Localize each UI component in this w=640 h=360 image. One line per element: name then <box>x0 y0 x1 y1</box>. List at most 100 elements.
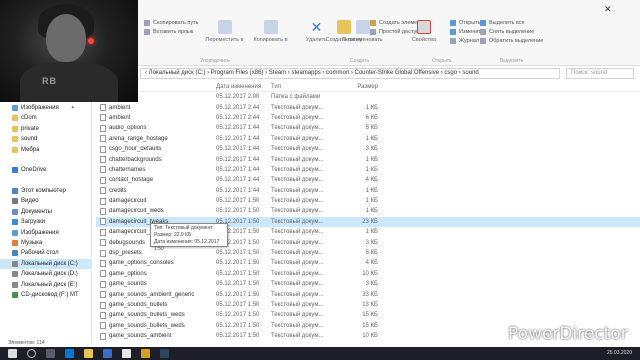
file-list: Имя Дата изменения Тип Размер 05.12.2017… <box>96 82 640 344</box>
copy-to-label: Копировать в <box>253 37 288 43</box>
nav-item-label: Документы <box>21 208 52 215</box>
start-icon[interactable] <box>8 349 17 358</box>
file-date: 05.12.2017 1:50 <box>216 322 260 329</box>
text-file-icon <box>100 187 106 195</box>
invert-selection-button[interactable]: Обратить выделение <box>480 38 543 44</box>
nav-item-label: Изображения <box>21 229 59 236</box>
nav-item[interactable]: OneDrive <box>0 165 91 175</box>
paste-shortcut-button[interactable]: Вставить ярлык <box>144 29 199 35</box>
taskbar-clock[interactable]: 25.03.2020 <box>607 350 632 356</box>
file-name-cell: game_options <box>96 270 216 278</box>
history-icon <box>450 38 456 44</box>
file-row[interactable]: damagecircuit_weds 05.12.2017 1:50 Текстов… <box>96 206 640 216</box>
file-row[interactable]: chatternames 05.12.2017 1:44 Текстовый док… <box>96 165 640 175</box>
store-icon[interactable] <box>103 349 112 358</box>
file-row[interactable]: audio_options 05.12.2017 1:44 Текстовый до… <box>96 123 640 133</box>
text-file-icon <box>100 207 106 215</box>
nav-item[interactable]: Загрузки <box>0 217 91 227</box>
nav-item[interactable]: Локальный диск (E:) <box>0 279 91 289</box>
file-row[interactable]: 05.12.2017 2:00 Папка с файлами <box>96 92 640 102</box>
nav-item-icon <box>12 104 18 111</box>
text-file-icon <box>100 311 106 319</box>
size-column-header[interactable]: Размер <box>333 84 378 90</box>
date-column-header[interactable]: Дата изменения <box>216 84 271 90</box>
nav-item[interactable]: Этот компьютер <box>0 186 91 196</box>
select-all-button[interactable]: Выделить все <box>480 20 543 26</box>
file-row[interactable]: game_options 05.12.2017 1:50 Текстовый док… <box>96 269 640 279</box>
text-file-icon <box>100 176 106 184</box>
app-icon[interactable] <box>122 349 131 358</box>
file-row[interactable]: game_sounds_bullets 05.12.2017 1:50 Тексто… <box>96 300 640 310</box>
file-row[interactable]: game_sounds_ambient_generic 05.12.2017 1:… <box>96 289 640 299</box>
file-size: 3 КБ <box>365 146 378 153</box>
copy-to-button[interactable]: Копировать в <box>251 20 291 43</box>
nav-item[interactable]: cDom <box>0 113 91 123</box>
steam-icon[interactable] <box>160 349 169 358</box>
file-type: Текстовый докум... <box>271 260 324 267</box>
nav-item[interactable]: Локальный диск (C:) <box>0 258 91 270</box>
explorer-icon[interactable] <box>84 349 93 358</box>
nav-item[interactable]: Документы <box>0 207 91 217</box>
nav-item[interactable]: Видео <box>0 196 91 206</box>
file-size: 15 КБ <box>362 322 378 329</box>
file-row[interactable]: credits 05.12.2017 1:44 Текстовый докум...… <box>96 186 640 196</box>
move-to-icon <box>217 20 232 34</box>
nav-item-icon <box>12 115 18 122</box>
nav-item[interactable]: sound <box>0 134 91 144</box>
copy-path-button[interactable]: Скопировать путь <box>144 20 199 26</box>
nav-item[interactable]: Изображения ✦ <box>0 103 91 113</box>
nav-item[interactable]: private <box>0 124 91 134</box>
file-row[interactable]: csgo_hour_defaults 05.12.2017 1:44 Текстов… <box>96 144 640 154</box>
nav-item-icon <box>12 219 18 226</box>
window-close-button[interactable]: ✕ <box>604 4 612 15</box>
file-row[interactable]: ambient 05.12.2017 2:44 Текстовый докум...… <box>96 113 640 123</box>
nav-item <box>0 155 91 165</box>
move-to-button[interactable]: Переместить в <box>205 20 245 43</box>
nav-item[interactable]: Изображения <box>0 227 91 237</box>
file-name-cell: ambient <box>96 114 216 122</box>
select-none-button[interactable]: Снять выделение <box>480 29 543 35</box>
csgo-icon[interactable] <box>141 349 150 358</box>
search-icon[interactable] <box>27 349 36 358</box>
pin-icon[interactable]: ✦ <box>71 105 75 111</box>
file-row[interactable]: contact_hostage 05.12.2017 1:44 Текстовый … <box>96 175 640 185</box>
file-row[interactable]: game_options_consoles 05.12.2017 1:50 Текс… <box>96 258 640 268</box>
search-input[interactable]: Поиск: sound <box>566 68 634 79</box>
type-column-header[interactable]: Тип <box>271 84 333 90</box>
tooltip-size: Размер: 22,9 КБ <box>154 232 192 238</box>
file-row[interactable]: game_sounds 05.12.2017 1:50 Текстовый доку… <box>96 279 640 289</box>
file-name: ambient <box>109 104 131 111</box>
file-row[interactable]: damagecircuit 05.12.2017 1:50 Текстовый до… <box>96 196 640 206</box>
file-date: 05.12.2017 1:44 <box>216 166 260 173</box>
open-icon <box>450 20 456 26</box>
clipboard-small-buttons: Скопировать путь Вставить ярлык <box>144 20 199 35</box>
task-view-icon[interactable] <box>46 349 55 358</box>
new-folder-button[interactable]: Создать папку <box>324 20 364 43</box>
navigation-pane: Документы✦Изображения✦Изображения✦cDompr… <box>0 82 92 344</box>
text-file-icon <box>100 218 106 226</box>
file-row[interactable]: game_sounds_bullets_weds 05.12.2017 1:50 Т… <box>96 310 640 320</box>
file-row[interactable]: ambient 05.12.2017 2:44 Текстовый докум...… <box>96 102 640 112</box>
file-type: Текстовый докум... <box>271 291 324 298</box>
file-size: 1 КБ <box>365 135 378 142</box>
webcam-shirt-print: RB <box>42 76 57 86</box>
address-bar[interactable]: ‹ Локальный диск (C:) › Program Files (x… <box>140 68 560 79</box>
new-folder-icon <box>337 20 351 34</box>
file-row[interactable]: chatterbackgrounds 05.12.2017 1:44 Текстов… <box>96 154 640 164</box>
properties-label: Свойства <box>411 37 437 43</box>
nav-item[interactable]: Музыка <box>0 238 91 248</box>
nav-item[interactable]: Рабочий стол <box>0 248 91 258</box>
properties-button[interactable]: Свойства <box>404 20 444 43</box>
edge-icon[interactable] <box>65 349 74 358</box>
file-size: 13 КБ <box>362 302 378 308</box>
file-row[interactable]: arena_range_hostage 05.12.2017 1:44 Тексто… <box>96 134 640 144</box>
nav-item[interactable]: CD-дисковод (F:) MT <box>0 290 91 300</box>
new-item-icon <box>370 20 376 26</box>
file-date: 05.12.2017 1:50 <box>216 198 260 205</box>
file-size: 15 КБ <box>362 312 378 319</box>
nav-item[interactable]: Локальный диск (D:) <box>0 269 91 279</box>
tooltip-type: Тип: Текстовый документ <box>154 225 213 231</box>
nav-item[interactable]: Мебра <box>0 144 91 154</box>
file-name-cell: csgo_hour_defaults <box>96 145 216 153</box>
nav-item-label: Локальный диск (C:) <box>21 260 78 267</box>
